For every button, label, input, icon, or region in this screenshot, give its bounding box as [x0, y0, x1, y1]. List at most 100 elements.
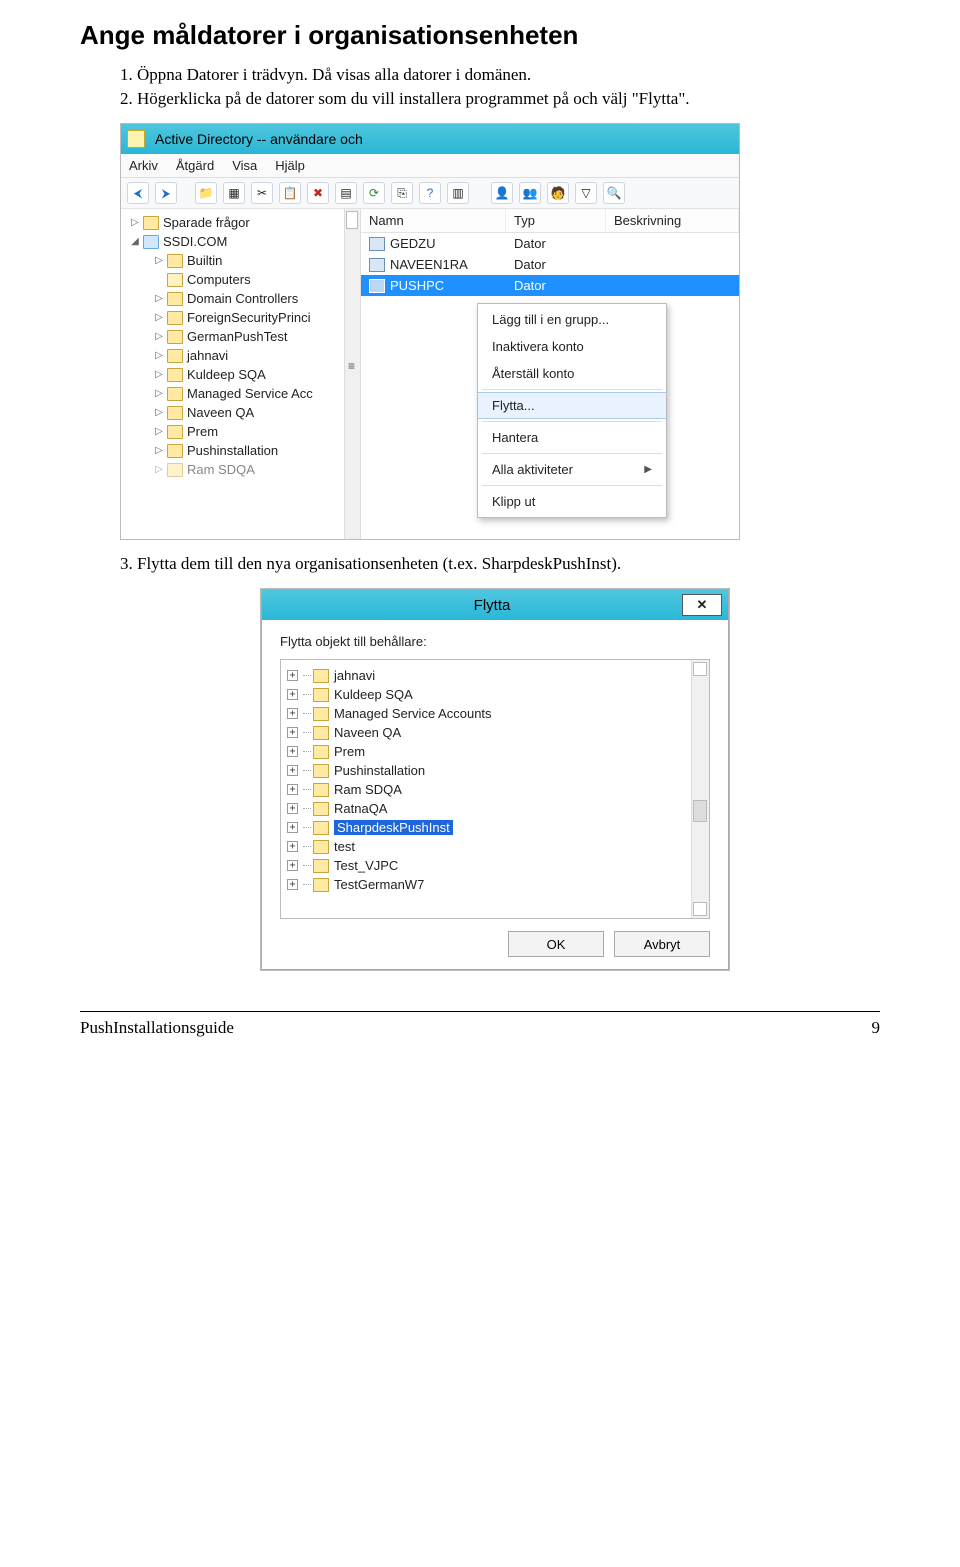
scrollbar[interactable] — [691, 660, 709, 918]
expand-icon[interactable]: + — [287, 670, 298, 681]
list-row-selected[interactable]: PUSHPC Dator — [361, 275, 739, 296]
col-typ[interactable]: Typ — [506, 209, 606, 232]
tree-item[interactable]: ▷ForeignSecurityPrinci — [153, 308, 360, 327]
refresh-icon[interactable]: ⟳ — [363, 182, 385, 204]
copy-icon[interactable]: 📋 — [279, 182, 301, 204]
filter-icon[interactable]: ▽ — [575, 182, 597, 204]
dialog-titlebar[interactable]: Flytta ✕ — [262, 590, 728, 620]
tree-item[interactable]: Computers — [153, 270, 360, 289]
tree-pane[interactable]: ▷Sparade frågor ◢SSDI.COM ▷Builtin Compu… — [121, 209, 361, 539]
cell: Dator — [506, 254, 606, 275]
folder-icon — [313, 859, 329, 873]
window-titlebar[interactable]: Active Directory -- användare och — [121, 124, 739, 154]
expand-icon[interactable]: + — [287, 879, 298, 890]
menubar: Arkiv Åtgärd Visa Hjälp — [121, 154, 739, 178]
list-icon[interactable]: ▤ — [335, 182, 357, 204]
ctx-add-to-group[interactable]: Lägg till i en grupp... — [478, 306, 666, 333]
ctx-manage[interactable]: Hantera — [478, 424, 666, 451]
ctx-all-activities[interactable]: Alla aktiviteter▶ — [478, 456, 666, 483]
dialog-tree-item[interactable]: + jahnavi — [287, 666, 709, 685]
cancel-button[interactable]: Avbryt — [614, 931, 710, 957]
dialog-tree-item[interactable]: +Test_VJPC — [287, 856, 709, 875]
ok-button[interactable]: OK — [508, 931, 604, 957]
dialog-tree-item[interactable]: +Pushinstallation — [287, 761, 709, 780]
menu-atgard[interactable]: Åtgärd — [176, 158, 214, 173]
cut-icon[interactable]: ✂ — [251, 182, 273, 204]
cell: NAVEEN1RA — [390, 257, 468, 272]
expand-icon[interactable]: + — [287, 860, 298, 871]
folder-icon — [313, 745, 329, 759]
dialog-tree-item[interactable]: + Ram SDQA — [287, 780, 709, 799]
tree-label: Managed Service Accounts — [334, 706, 492, 721]
dialog-tree-item[interactable]: +Kuldeep SQA — [287, 685, 709, 704]
dialog-tree-item[interactable]: +Naveen QA — [287, 723, 709, 742]
expand-icon[interactable]: + — [287, 784, 298, 795]
ctx-disable[interactable]: Inaktivera konto — [478, 333, 666, 360]
tree-item[interactable]: ◢SSDI.COM — [129, 232, 360, 251]
expand-icon[interactable]: + — [287, 727, 298, 738]
help-icon[interactable]: ? — [419, 182, 441, 204]
ctx-move[interactable]: Flytta... — [478, 392, 666, 419]
dialog-tree-item[interactable]: +Prem — [287, 742, 709, 761]
tree-item[interactable]: ▷GermanPushTest — [153, 327, 360, 346]
expand-icon[interactable]: + — [287, 803, 298, 814]
export-icon[interactable]: ⎘ — [391, 182, 413, 204]
list-row[interactable]: NAVEEN1RA Dator — [361, 254, 739, 275]
expand-icon[interactable]: + — [287, 708, 298, 719]
scroll-down-icon[interactable] — [693, 902, 707, 916]
expand-icon[interactable]: + — [287, 689, 298, 700]
group-icon[interactable]: 🧑 — [547, 182, 569, 204]
tree-label: Computers — [187, 272, 251, 287]
expand-icon[interactable]: + — [287, 841, 298, 852]
tree-item[interactable]: ▷Naveen QA — [153, 403, 360, 422]
tree-item[interactable]: ▷Domain Controllers — [153, 289, 360, 308]
tree-item[interactable]: ▷Prem — [153, 422, 360, 441]
cell: Dator — [506, 233, 606, 254]
computer-icon — [369, 279, 385, 293]
tree-item[interactable]: ▷Pushinstallation — [153, 441, 360, 460]
up-icon[interactable]: 📁 — [195, 182, 217, 204]
props-icon[interactable]: ▦ — [223, 182, 245, 204]
list-header[interactable]: Namn Typ Beskrivning — [361, 209, 739, 233]
menu-visa[interactable]: Visa — [232, 158, 257, 173]
expand-icon[interactable]: + — [287, 746, 298, 757]
col-namn[interactable]: Namn — [361, 209, 506, 232]
detail-icon[interactable]: ▥ — [447, 182, 469, 204]
scrollbar[interactable]: ≡ — [344, 209, 360, 539]
delete-icon[interactable]: ✖ — [307, 182, 329, 204]
scroll-thumb[interactable] — [693, 800, 707, 822]
find-icon[interactable]: 🔍 — [603, 182, 625, 204]
folder-icon — [313, 726, 329, 740]
dialog-tree[interactable]: +jahnavi+Kuldeep SQA+Managed Service Acc… — [280, 659, 710, 919]
menu-hjalp[interactable]: Hjälp — [275, 158, 305, 173]
user-icon[interactable]: 👤 — [491, 182, 513, 204]
expand-icon[interactable]: + — [287, 765, 298, 776]
tree-item[interactable]: ▷Builtin — [153, 251, 360, 270]
tree-item[interactable]: ▷jahnavi — [153, 346, 360, 365]
menu-arkiv[interactable]: Arkiv — [129, 158, 158, 173]
tree-label: Ram SDQA — [334, 782, 402, 797]
screenshot-move-dialog: Flytta ✕ Flytta objekt till behållare: +… — [260, 588, 730, 971]
adduser-icon[interactable]: 👥 — [519, 182, 541, 204]
scroll-up-icon[interactable] — [693, 662, 707, 676]
context-menu: Lägg till i en grupp... Inaktivera konto… — [477, 303, 667, 518]
close-button[interactable]: ✕ — [682, 594, 722, 616]
dialog-tree-item[interactable]: +RatnaQA — [287, 799, 709, 818]
back-icon[interactable]: ⮜ — [127, 182, 149, 204]
tree-item[interactable]: ▷Ram SDQA — [153, 460, 360, 479]
tree-item[interactable]: ▷Sparade frågor — [129, 213, 360, 232]
tree-item[interactable]: ▷Kuldeep SQA — [153, 365, 360, 384]
col-beskrivning[interactable]: Beskrivning — [606, 209, 739, 232]
tree-label: jahnavi — [334, 668, 375, 683]
list-row[interactable]: GEDZU Dator — [361, 233, 739, 254]
forward-icon[interactable]: ⮞ — [155, 182, 177, 204]
dialog-tree-item[interactable]: +test — [287, 837, 709, 856]
scroll-thumb[interactable] — [346, 211, 358, 229]
dialog-tree-item[interactable]: +SharpdeskPushInst — [287, 818, 709, 837]
ctx-reset[interactable]: Återställ konto — [478, 360, 666, 387]
expand-icon[interactable]: + — [287, 822, 298, 833]
ctx-cut[interactable]: Klipp ut — [478, 488, 666, 515]
dialog-tree-item[interactable]: + Managed Service Accounts — [287, 704, 709, 723]
dialog-tree-item[interactable]: +TestGermanW7 — [287, 875, 709, 894]
tree-item[interactable]: ▷Managed Service Acc — [153, 384, 360, 403]
